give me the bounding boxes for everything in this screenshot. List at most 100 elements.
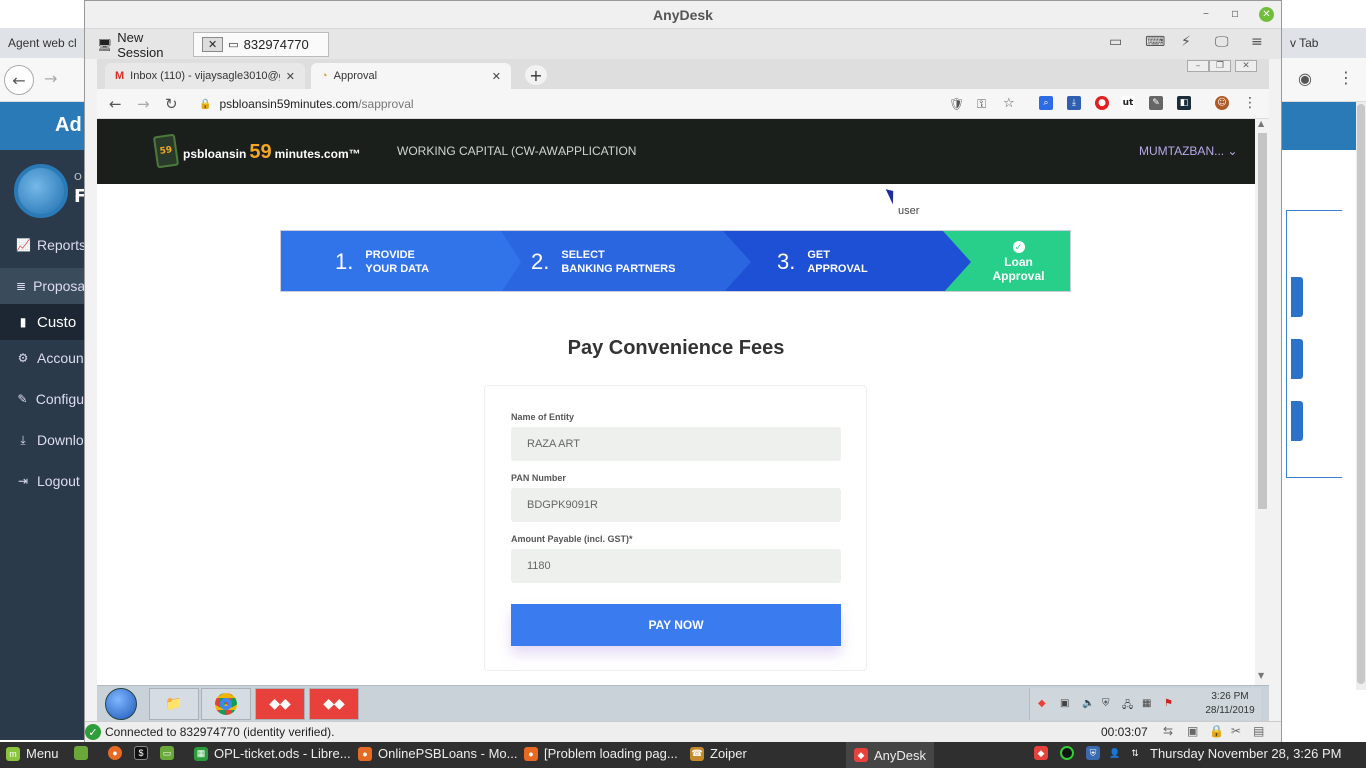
back-icon[interactable]: ← bbox=[109, 95, 122, 113]
desktop-icon[interactable] bbox=[74, 746, 88, 760]
menu-button[interactable]: m Menu bbox=[6, 746, 59, 761]
taskbar-item-anydesk[interactable]: ◆ AnyDesk bbox=[846, 742, 935, 768]
host-scrollbar[interactable] bbox=[1356, 102, 1366, 690]
panel-clock[interactable]: Thursday November 28, 3:26 PM bbox=[1150, 746, 1341, 761]
tray-status-icon[interactable] bbox=[1060, 746, 1074, 760]
sidebar-item-reports[interactable]: 📈 Reports bbox=[0, 227, 84, 263]
sidebar-item-customers[interactable]: ▮ Custo bbox=[0, 304, 84, 340]
ut-ext-icon[interactable]: ut bbox=[1121, 96, 1135, 110]
host-menu-icon[interactable]: ⋮ bbox=[1338, 68, 1354, 87]
tray-app-icon[interactable]: ▣ bbox=[1060, 698, 1072, 710]
host-panel-button[interactable] bbox=[1291, 277, 1303, 317]
file-transfer-icon[interactable]: ⇆ bbox=[1163, 724, 1173, 738]
anydesk-app-icon[interactable]: ◆◆ bbox=[255, 688, 305, 720]
tray-flag-icon[interactable]: ⚑ bbox=[1164, 698, 1176, 710]
sidebar-item-accounts[interactable]: ⚙ Accoun bbox=[0, 340, 84, 376]
close-icon[interactable]: ✕ bbox=[1259, 7, 1274, 22]
host-tab-right[interactable]: v Tab bbox=[1290, 36, 1318, 50]
remote-session-tab[interactable]: ✕ ▭ 832974770 bbox=[193, 32, 329, 57]
amount-field[interactable]: 1180 bbox=[511, 549, 841, 583]
ext-dark-icon[interactable]: ◧ bbox=[1177, 96, 1191, 110]
host-panel-button[interactable] bbox=[1291, 339, 1303, 379]
remote-minimize-icon[interactable]: – bbox=[1187, 60, 1209, 72]
remote-restore-icon[interactable]: ❐ bbox=[1209, 60, 1231, 72]
reload-icon[interactable]: ↻ bbox=[165, 95, 178, 113]
permissions-icon[interactable]: ✂ bbox=[1231, 724, 1241, 738]
blocked-icon[interactable]: 🛡 bbox=[949, 97, 964, 111]
sidebar-item-configure[interactable]: ✎ Configu bbox=[0, 381, 84, 417]
host-scroll-thumb[interactable] bbox=[1357, 104, 1365, 684]
remote-tab-gmail[interactable]: M Inbox (110) - vijaysagle3010@gm ✕ bbox=[105, 63, 305, 89]
anydesk-app-icon[interactable]: ◆◆ bbox=[309, 688, 359, 720]
taskbar-item-libreoffice[interactable]: ▦ OPL-ticket.ods - Libre... bbox=[194, 746, 351, 761]
chrome-icon[interactable] bbox=[201, 688, 251, 720]
nav-working-capital[interactable]: WORKING CAPITAL (CW-AW... bbox=[397, 144, 567, 158]
nav-application[interactable]: APPLICATION bbox=[558, 144, 636, 158]
chat-icon[interactable]: ▭ bbox=[1109, 34, 1122, 50]
restore-icon[interactable]: ▫ bbox=[1231, 6, 1239, 20]
profile-avatar[interactable]: ☺ bbox=[1215, 96, 1229, 110]
new-tab-button[interactable]: + bbox=[525, 65, 547, 85]
keyboard-icon[interactable]: ⌨ bbox=[1145, 34, 1165, 50]
site-logo[interactable]: psbloansin 59 minutes.com™ bbox=[183, 141, 361, 164]
sidebar-item-download[interactable]: ⤓ Downlo bbox=[0, 422, 84, 458]
action-icon[interactable]: ⚡ bbox=[1181, 34, 1191, 50]
network-icon[interactable]: ⇅ bbox=[1128, 746, 1142, 760]
file-explorer-icon[interactable]: 📁 bbox=[149, 688, 199, 720]
pan-field[interactable]: BDGPK9091R bbox=[511, 488, 841, 522]
close-tab-icon[interactable]: ✕ bbox=[492, 70, 501, 83]
ext-icon[interactable]: ✎ bbox=[1149, 96, 1163, 110]
page-scrollbar[interactable]: ▲ ▼ bbox=[1255, 119, 1269, 685]
host-panel-button[interactable] bbox=[1291, 401, 1303, 441]
host-account-icon[interactable]: ◉ bbox=[1298, 69, 1312, 88]
star-icon[interactable]: ☆ bbox=[1003, 96, 1015, 111]
terminal-launcher-icon[interactable]: $ bbox=[134, 746, 148, 760]
page-title: Pay Convenience Fees bbox=[567, 337, 785, 359]
pay-now-button[interactable]: PAY NOW bbox=[511, 604, 841, 646]
close-tab-icon[interactable]: ✕ bbox=[202, 37, 224, 52]
key-icon[interactable]: ⚿ bbox=[977, 97, 986, 112]
host-tab-left[interactable]: Agent web cl bbox=[8, 36, 77, 50]
browser-menu-icon[interactable]: ⋮ bbox=[1243, 95, 1257, 111]
firefox-launcher-icon[interactable]: ● bbox=[108, 746, 122, 760]
entity-field[interactable]: RAZA ART bbox=[511, 427, 841, 461]
scroll-down-icon[interactable]: ▼ bbox=[1258, 671, 1264, 680]
adblock-ext-icon[interactable]: ● bbox=[1095, 96, 1109, 110]
tray-app2-icon[interactable]: ▦ bbox=[1142, 698, 1154, 710]
taskbar-item-firefox-2[interactable]: ● [Problem loading pag... bbox=[524, 746, 678, 761]
address-bar[interactable]: 🔒 psbloansin59minutes.com/sapproval bbox=[193, 93, 953, 115]
display-icon[interactable]: 🖵 bbox=[1215, 34, 1229, 50]
files-launcher-icon[interactable]: ▭ bbox=[160, 746, 174, 760]
anydesk-tray-icon[interactable]: ◆ bbox=[1038, 698, 1050, 710]
minimize-icon[interactable]: – bbox=[1203, 6, 1209, 20]
anydesk-tray-icon[interactable]: ◆ bbox=[1034, 746, 1048, 760]
close-tab-icon[interactable]: ✕ bbox=[286, 70, 295, 83]
download-ext-icon[interactable]: ⤓ bbox=[1067, 96, 1081, 110]
new-session-tab[interactable]: 🖥 New Session bbox=[89, 30, 189, 60]
shield-icon[interactable]: ⛨ bbox=[1086, 746, 1100, 760]
host-forward-icon[interactable]: → bbox=[44, 69, 57, 88]
remote-clock[interactable]: 3:26 PM 28/11/2019 bbox=[1202, 690, 1258, 718]
host-back-icon[interactable]: ← bbox=[4, 65, 34, 95]
security-icon[interactable]: ⛨ bbox=[1102, 698, 1114, 710]
scroll-up-icon[interactable]: ▲ bbox=[1258, 119, 1264, 128]
network-icon[interactable]: 🖧 bbox=[1122, 698, 1134, 711]
remote-screen[interactable]: M Inbox (110) - vijaysagle3010@gm ✕ ◔ Ap… bbox=[97, 59, 1269, 721]
volume-icon[interactable]: 🔈 bbox=[1082, 698, 1094, 710]
sidebar-item-logout[interactable]: ⇥ Logout bbox=[0, 463, 84, 499]
remote-tab-approval[interactable]: ◔ Approval ✕ bbox=[311, 63, 511, 89]
taskbar-item-zoiper[interactable]: ☎ Zoiper bbox=[690, 746, 747, 761]
windows-start-button[interactable] bbox=[105, 688, 137, 720]
settings-icon[interactable]: ▤ bbox=[1253, 724, 1264, 738]
lock-icon[interactable]: 🔒 bbox=[1209, 724, 1224, 738]
sidebar-item-proposals[interactable]: ≣ Proposa bbox=[0, 268, 84, 304]
remote-close-icon[interactable]: ✕ bbox=[1235, 60, 1257, 72]
anydesk-menu-icon[interactable]: ≡ bbox=[1251, 34, 1263, 50]
user-menu[interactable]: MUMTAZBAN... ⌄ bbox=[1139, 144, 1238, 158]
screen-icon[interactable]: ▣ bbox=[1187, 724, 1198, 738]
user-icon[interactable]: 👤 bbox=[1108, 746, 1122, 760]
taskbar-item-firefox-1[interactable]: ● OnlinePSBLoans - Mo... bbox=[358, 746, 517, 761]
search-ext-icon[interactable]: ⌕ bbox=[1039, 96, 1053, 110]
page-scroll-thumb[interactable] bbox=[1258, 133, 1267, 509]
forward-icon[interactable]: → bbox=[137, 95, 150, 113]
